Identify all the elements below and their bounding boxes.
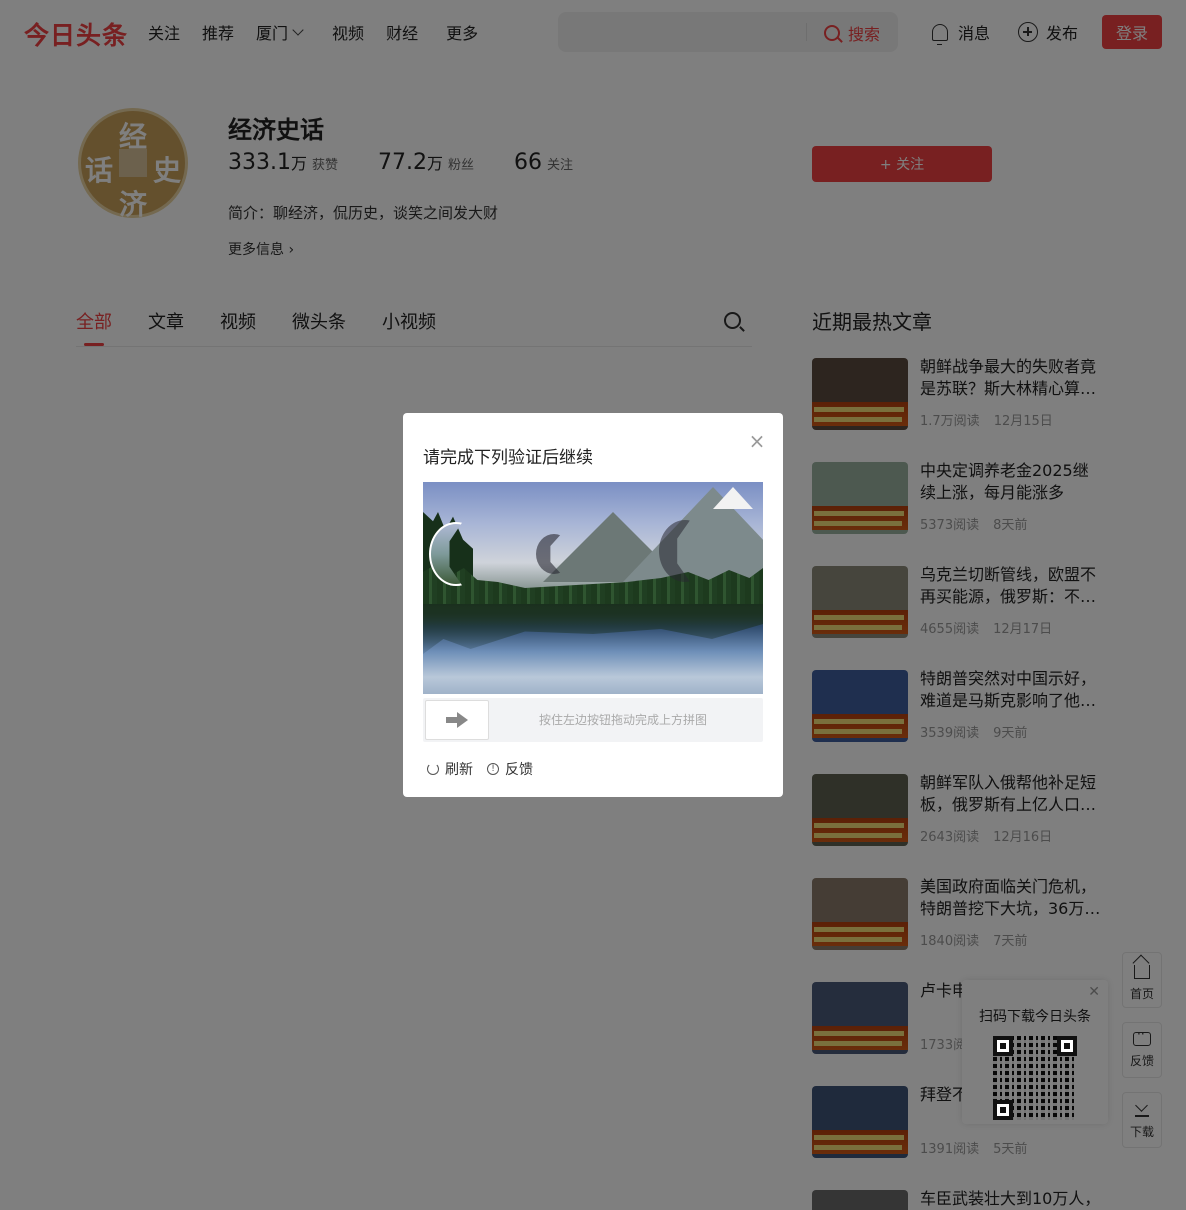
info-icon: ! — [487, 763, 499, 775]
close-icon[interactable]: × — [747, 431, 767, 451]
refresh-label: 刷新 — [445, 762, 473, 778]
slider-handle[interactable] — [425, 700, 489, 740]
qr-finder — [993, 1036, 1013, 1056]
captcha-title: 请完成下列验证后继续 — [423, 448, 593, 468]
captcha-dialog: 请完成下列验证后继续 × 按住左边按钮拖动完成上方拼图 刷新 ! 反馈 — [403, 413, 783, 797]
refresh-button[interactable]: 刷新 — [427, 759, 473, 779]
lake-reflection — [423, 604, 763, 654]
puzzle-image — [423, 482, 763, 694]
slider-track: 按住左边按钮拖动完成上方拼图 — [423, 698, 763, 742]
refresh-icon — [427, 763, 439, 775]
slider-hint: 按住左边按钮拖动完成上方拼图 — [539, 713, 708, 727]
qr-finder — [993, 1100, 1013, 1120]
arrow-right-icon — [446, 712, 468, 728]
feedback-label: 反馈 — [505, 762, 533, 778]
qr-finder — [1057, 1036, 1077, 1056]
snow-peak — [713, 487, 753, 509]
captcha-feedback-button[interactable]: ! 反馈 — [487, 759, 533, 779]
